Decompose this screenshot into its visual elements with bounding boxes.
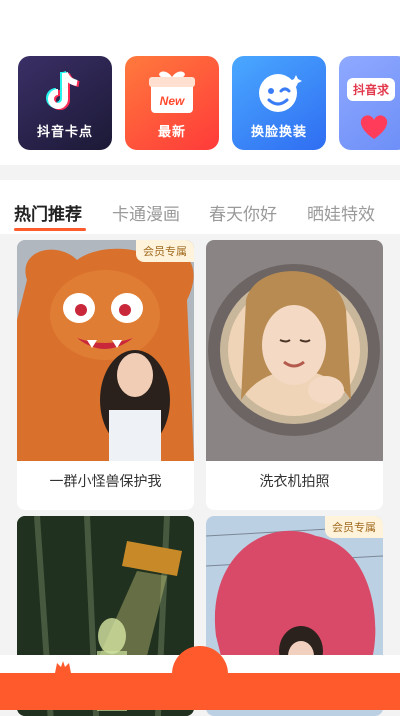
effect-grid: 会员专属 一群小怪兽保护我 洗衣机拍照 会员专属 xyxy=(0,234,400,716)
gift-new-icon: New xyxy=(125,66,219,120)
home-icon[interactable] xyxy=(54,660,72,674)
tiktok-note-icon xyxy=(18,66,112,120)
category-partial[interactable]: 抖音求 xyxy=(339,56,400,150)
effect-thumbnail xyxy=(206,240,383,461)
tab-bar: 热门推荐 卡通漫画 春天你好 晒娃特效 xyxy=(0,180,400,234)
top-bar xyxy=(0,0,400,50)
effect-caption: 洗衣机拍照 xyxy=(259,474,330,490)
wink-face-icon xyxy=(232,66,326,120)
category-label: 抖音卡点 xyxy=(36,125,93,140)
new-badge: New xyxy=(160,94,185,108)
category-label: 最新 xyxy=(157,125,186,140)
tab-spring[interactable]: 春天你好 xyxy=(209,200,277,225)
category-row: 抖音卡点 New 最新 换脸换装 抖音求 xyxy=(0,50,400,165)
category-label: 换脸换装 xyxy=(250,125,307,140)
category-faceswap[interactable]: 换脸换装 xyxy=(232,56,326,150)
tab-hot[interactable]: 热门推荐 xyxy=(14,200,82,225)
effect-card[interactable]: 洗衣机拍照 xyxy=(206,240,383,510)
vip-badge: 会员专属 xyxy=(325,516,383,538)
heart-icon xyxy=(339,106,400,146)
vip-badge: 会员专属 xyxy=(136,240,194,262)
effect-thumbnail xyxy=(17,240,194,461)
category-badge: 抖音求 xyxy=(347,78,396,101)
category-newest[interactable]: New 最新 xyxy=(125,56,219,150)
tab-kids[interactable]: 晒娃特效 xyxy=(307,200,375,225)
category-douyin-beat[interactable]: 抖音卡点 xyxy=(18,56,112,150)
tab-cartoon[interactable]: 卡通漫画 xyxy=(112,200,180,225)
bottom-nav-bar xyxy=(0,673,400,710)
effect-card[interactable]: 会员专属 一群小怪兽保护我 xyxy=(17,240,194,510)
tab-underline xyxy=(14,228,86,231)
effect-caption: 一群小怪兽保护我 xyxy=(49,474,162,490)
